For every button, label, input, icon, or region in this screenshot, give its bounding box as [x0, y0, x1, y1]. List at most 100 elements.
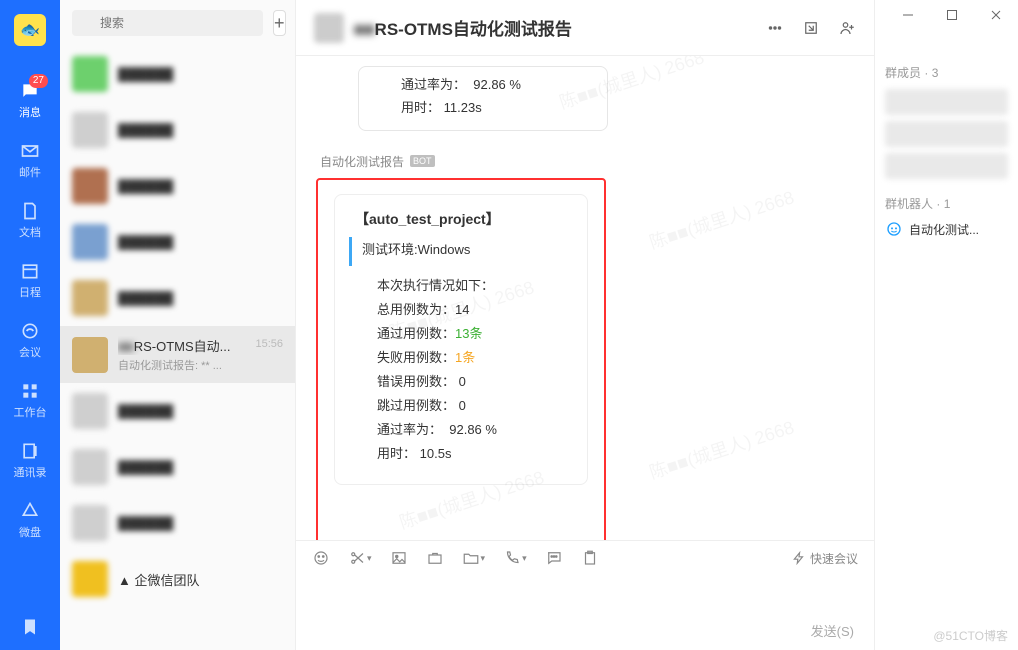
bot-badge: BOT — [410, 155, 435, 167]
bookmark-icon — [19, 616, 41, 638]
avatar — [72, 56, 108, 92]
nav-drive[interactable]: 微盘 — [0, 490, 60, 550]
search-input[interactable] — [72, 10, 263, 36]
chat-icon[interactable] — [545, 549, 563, 567]
nav-label: 工作台 — [14, 404, 47, 420]
more-icon[interactable] — [766, 19, 784, 37]
chat-list-item[interactable]: ■■RS-OTMS自动... 自动化测试报告: ** ... 15:56 — [60, 326, 295, 383]
avatar — [72, 337, 108, 373]
members-title: 群成员 · 3 — [885, 64, 1008, 81]
chat-item-title: ██████ — [118, 123, 283, 138]
chat-list-item[interactable]: ██████ — [60, 46, 295, 102]
chat-items: ██████ ██████ ██████ ██████ ██████ ■■RS-OTMS自… — [60, 46, 295, 650]
image-icon[interactable] — [390, 549, 408, 567]
chat-item-subtitle: 自动化测试报告: ** ... — [118, 357, 245, 373]
nav-docs[interactable]: 文档 — [0, 190, 60, 250]
folder-icon[interactable]: ▾ — [462, 549, 486, 567]
nav-label: 日程 — [19, 284, 41, 300]
avatar — [72, 561, 108, 597]
nav-workspace[interactable]: 工作台 — [0, 370, 60, 430]
report-card-highlight: 【auto_test_project】 测试环境:Windows 本次执行情况如… — [316, 178, 606, 540]
nav-label: 会议 — [19, 344, 41, 360]
nav-contacts[interactable]: 通讯录 — [0, 430, 60, 490]
scissors-icon[interactable]: ▾ — [348, 549, 372, 567]
bots-title: 群机器人 · 1 — [885, 195, 1008, 212]
contacts-icon — [19, 440, 41, 462]
chat-item-time: 15:56 — [255, 338, 283, 350]
chat-avatar — [314, 13, 344, 43]
mail-icon — [19, 140, 41, 162]
calendar-icon — [19, 260, 41, 282]
nav-label: 邮件 — [19, 164, 41, 180]
bot-row[interactable]: 自动化测试... — [885, 220, 1008, 238]
nav-messages[interactable]: 27 消息 — [0, 70, 60, 130]
quick-meeting-button[interactable]: 快速会议 — [792, 550, 858, 567]
maximize-button[interactable] — [930, 0, 974, 30]
send-button[interactable]: 发送(S) — [811, 621, 854, 640]
nav-label: 微盘 — [19, 524, 41, 540]
report-env: 测试环境:Windows — [349, 237, 573, 266]
member-row[interactable] — [885, 121, 1008, 147]
nav-more[interactable] — [0, 606, 60, 650]
workspace-icon — [19, 380, 41, 402]
report-details: 本次执行情况如下： 总用例数为：14 通过用例数：13条 失败用例数：1条 错误… — [349, 274, 573, 466]
report-card[interactable]: 【auto_test_project】 测试环境:Windows 本次执行情况如… — [334, 194, 588, 485]
compose-toolbar: ▾ ▾ ▾ 快速会议 — [296, 541, 874, 575]
emoji-icon[interactable] — [312, 549, 330, 567]
member-row[interactable] — [885, 89, 1008, 115]
avatar — [72, 224, 108, 260]
chat-list-item[interactable]: ██████ — [60, 439, 295, 495]
chat-item-title: ██████ — [118, 516, 283, 531]
app-logo: 🐟 — [14, 14, 46, 46]
popout-icon[interactable] — [802, 19, 820, 37]
chat-item-title: ██████ — [118, 404, 283, 419]
add-button[interactable]: + — [273, 10, 286, 36]
chat-item-title: ■■RS-OTMS自动... — [118, 336, 245, 355]
messages-badge: 27 — [29, 74, 48, 88]
avatar — [72, 112, 108, 148]
clipboard-icon[interactable] — [581, 549, 599, 567]
add-member-icon[interactable] — [838, 19, 856, 37]
chat-list-item[interactable]: ██████ — [60, 214, 295, 270]
compose-area: ▾ ▾ ▾ 快速会议 发送(S) — [296, 540, 874, 650]
close-button[interactable] — [974, 0, 1018, 30]
member-row[interactable] — [885, 153, 1008, 179]
minimize-button[interactable] — [886, 0, 930, 30]
nav-mail[interactable]: 邮件 — [0, 130, 60, 190]
compose-input[interactable] — [296, 575, 874, 617]
phone-icon[interactable]: ▾ — [503, 549, 527, 567]
avatar — [72, 505, 108, 541]
main-panel: ■■RS-OTMS自动化测试报告 陈■■(城里人) 2668 陈■■(城里人) … — [296, 0, 874, 650]
avatar — [72, 168, 108, 204]
report-message: 自动化测试报告 BOT 【auto_test_project】 测试环境:Win… — [316, 149, 854, 540]
briefcase-icon[interactable] — [426, 549, 444, 567]
previous-message-bubble: 通过率为： 92.86 % 用时： 11.23s — [358, 66, 608, 131]
chat-item-title: ██████ — [118, 291, 283, 306]
nav-meeting[interactable]: 会议 — [0, 310, 60, 370]
docs-icon — [19, 200, 41, 222]
message-area: 陈■■(城里人) 2668 陈■■(城里人) 2668 陈■■(城里人) 266… — [296, 56, 874, 540]
window-controls — [886, 0, 1018, 30]
chat-list-item[interactable]: ██████ — [60, 495, 295, 551]
chat-item-title: ██████ — [118, 460, 283, 475]
bot-icon — [885, 220, 903, 238]
search-bar: + — [60, 0, 295, 46]
chat-list-item[interactable]: ██████ — [60, 102, 295, 158]
nav-calendar[interactable]: 日程 — [0, 250, 60, 310]
bot-name: 自动化测试... — [909, 221, 979, 238]
attribution: @51CTO博客 — [933, 627, 1008, 644]
chat-list-panel: + ██████ ██████ ██████ ██████ ██████ ■■RS-OTM… — [60, 0, 296, 650]
avatar — [72, 449, 108, 485]
chat-list-item[interactable]: ██████ — [60, 270, 295, 326]
nav-label: 消息 — [19, 104, 41, 120]
chat-list-item[interactable]: ▲ 企微信团队 — [60, 551, 295, 607]
chat-item-title: ██████ — [118, 179, 283, 194]
chat-item-title: ██████ — [118, 235, 283, 250]
sender-name: 自动化测试报告 BOT — [320, 153, 854, 170]
report-project: 【auto_test_project】 — [349, 209, 573, 229]
nav-label: 文档 — [19, 224, 41, 240]
chat-item-title: ▲ 企微信团队 — [118, 570, 283, 589]
chat-list-item[interactable]: ██████ — [60, 158, 295, 214]
drive-icon — [19, 500, 41, 522]
chat-list-item[interactable]: ██████ — [60, 383, 295, 439]
